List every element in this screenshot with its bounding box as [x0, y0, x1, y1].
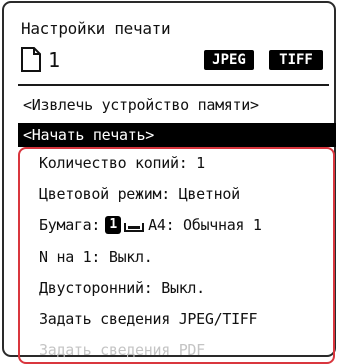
copies-count: 1: [48, 48, 61, 72]
document-icon: [21, 47, 41, 72]
start-print-button[interactable]: <Начать печать>: [18, 123, 336, 147]
format-badge-tiff: TIFF: [269, 50, 323, 70]
setting-duplex[interactable]: Двусторонний: Выкл.: [39, 279, 205, 297]
setting-jpeg-tiff[interactable]: Задать сведения JPEG/TIFF: [39, 310, 258, 328]
page-title: Настройки печати: [21, 19, 171, 38]
paper-value: A4: Обычная 1: [148, 216, 262, 234]
start-print-label: <Начать печать>: [23, 126, 154, 144]
setting-paper[interactable]: Бумага: 1 A4: Обычная 1: [39, 216, 262, 234]
tray-number-badge: 1: [105, 216, 122, 234]
paper-label: Бумага:: [39, 216, 101, 234]
eject-memory-device-button[interactable]: <Извлечь устройство памяти>: [23, 96, 259, 114]
setting-copies[interactable]: Количество копий: 1: [39, 154, 205, 172]
setting-n-on-1[interactable]: N на 1: Выкл.: [39, 248, 153, 266]
format-badge-jpeg: JPEG: [204, 50, 254, 70]
printer-screen: Настройки печати 1 JPEG TIFF <Извлечь ус…: [2, 1, 336, 364]
setting-pdf-disabled: Задать сведения PDF: [39, 341, 205, 359]
setting-color-mode[interactable]: Цветовой режим: Цветной: [39, 185, 240, 203]
paper-tray-icon: [124, 223, 145, 232]
divider: [18, 84, 329, 86]
